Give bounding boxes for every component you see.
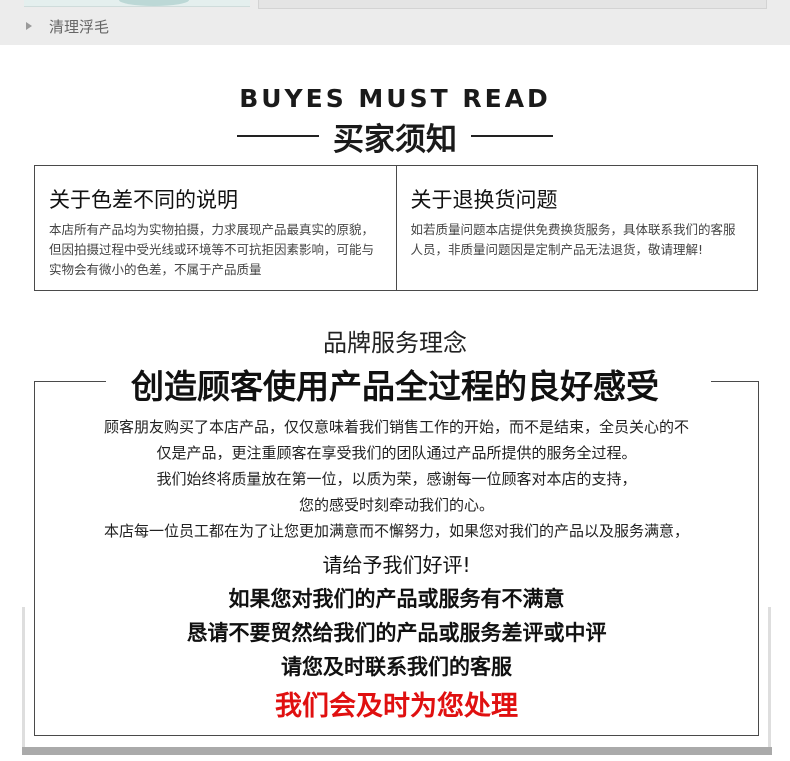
info-body: 本店所有产品均为实物拍摄，力求展现产品最真实的原貌，但因拍摄过程中受光线或环境等… (49, 222, 375, 277)
brand-service-title: 品牌服务理念 (323, 329, 467, 357)
service-paragraph-line: 您的感受时刻牵动我们的心。 (298, 496, 494, 514)
side-bar-right (768, 607, 771, 747)
top-content-box (258, 0, 767, 9)
complaint-line: 恳请不要贸然给我们的产品或服务差评或中评 (186, 621, 607, 645)
service-paragraph-line: 本店每一位员工都在为了让您更加满意而不懈努力，如果您对我们的产品以及服务满意， (103, 522, 689, 540)
heading-english: BUYES MUST READ (239, 84, 551, 113)
info-title: 关于色差不同的说明 (49, 188, 238, 212)
service-slogan: 创造顾客使用产品全过程的良好感受 (131, 367, 659, 406)
complaint-line: 如果您对我们的产品或服务有不满意 (228, 587, 565, 611)
side-bar-left (22, 607, 25, 747)
heading-chinese-row: 买家须知 (0, 114, 790, 158)
info-panel: 关于色差不同的说明 本店所有产品均为实物拍摄，力求展现产品最真实的原貌，但因拍摄… (34, 165, 758, 291)
list-item-label: 清理浮毛 (49, 17, 110, 36)
service-paragraph-line: 我们始终将质量放在第一位，以质为荣，感谢每一位顾客对本店的支持， (156, 470, 637, 488)
review-request: 请给予我们好评! (322, 553, 471, 577)
color-difference-notice: 关于色差不同的说明 本店所有产品均为实物拍摄，力求展现产品最真实的原貌，但因拍摄… (35, 166, 396, 290)
top-strip: 清理浮毛 (0, 0, 790, 45)
heading-rule-left (237, 135, 319, 137)
bottom-bar (22, 747, 772, 755)
info-body: 如若质量问题本店提供免费换货服务，具体联系我们的客服人员，非质量问题因是定制产品… (410, 222, 736, 257)
product-thumbnail[interactable] (24, 0, 250, 7)
complaint-line: 请您及时联系我们的客服 (281, 655, 512, 679)
heading-chinese: 买家须知 (333, 121, 457, 158)
return-exchange-notice: 关于退换货问题 如若质量问题本店提供免费换货服务，具体联系我们的客服人员，非质量… (395, 166, 758, 290)
service-paragraph-line: 仅是产品，更注重顾客在享受我们的团队通过产品所提供的服务全过程。 (156, 444, 637, 462)
info-title: 关于退换货问题 (410, 188, 558, 212)
heading-rule-right (471, 135, 553, 137)
list-item-cleaning[interactable]: 清理浮毛 (26, 14, 109, 38)
service-paragraph-line: 顾客朋友购买了本店产品，仅仅意味着我们销售工作的开始，而不是结束，全员关心的不 (103, 418, 689, 436)
thumbnail-image (119, 0, 189, 6)
promise-line: 我们会及时为您处理 (275, 691, 518, 722)
triangle-right-icon (26, 22, 32, 30)
